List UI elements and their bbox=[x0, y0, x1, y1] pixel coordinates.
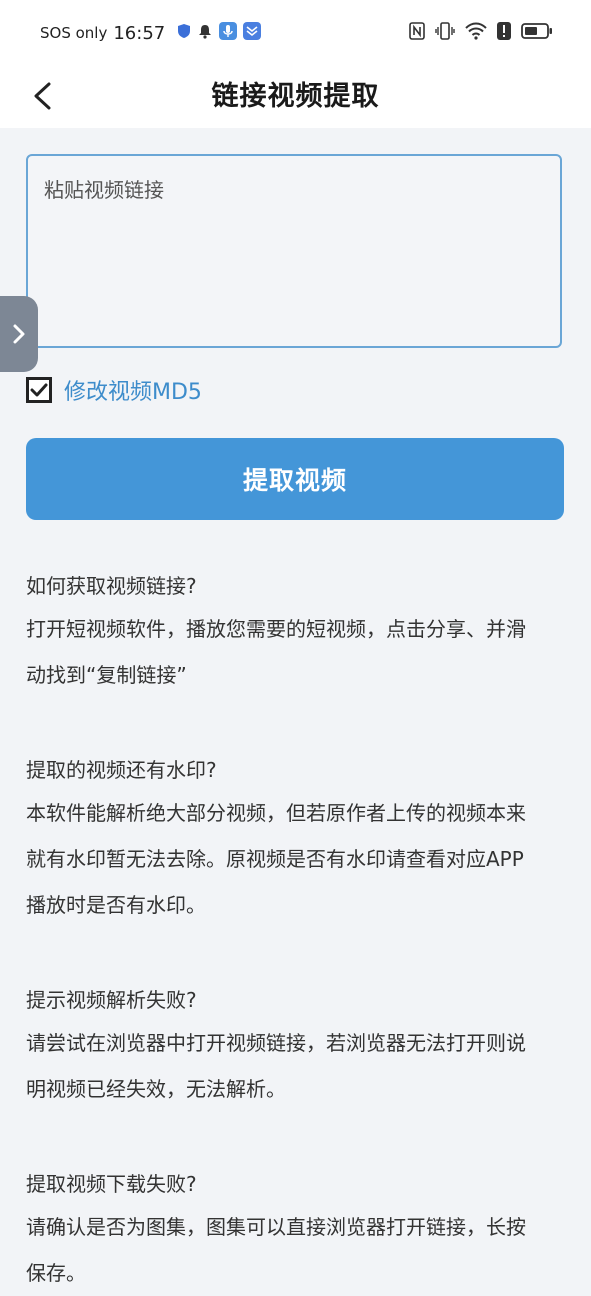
faq-answer-line: 请尝试在浏览器中打开视频链接，若浏览器无法打开则说 bbox=[26, 1031, 526, 1055]
wifi-icon bbox=[465, 22, 487, 44]
side-drawer-tab[interactable] bbox=[0, 296, 38, 372]
nfc-icon bbox=[409, 22, 425, 44]
faq-answer-line: 请确认是否为图集，图集可以直接浏览器打开链接，长按 bbox=[26, 1215, 526, 1239]
app-notification-icon bbox=[243, 22, 262, 44]
app-header: 链接视频提取 bbox=[0, 64, 591, 128]
faq-answer-line: 播放时是否有水印。 bbox=[26, 893, 206, 917]
status-bar: SOS only 16:57 bbox=[0, 0, 591, 64]
faq-answer-line: 明视频已经失效，无法解析。 bbox=[26, 1077, 286, 1101]
faq-item: 提示视频解析失败? 请尝试在浏览器中打开视频链接，若浏览器无法打开则说 明视频已… bbox=[26, 980, 591, 1112]
faq-question: 如何获取视频链接? bbox=[26, 574, 197, 598]
vibrate-icon bbox=[435, 22, 455, 44]
md5-label[interactable]: 修改视频MD5 bbox=[64, 374, 202, 406]
status-right bbox=[409, 22, 553, 44]
page-title: 链接视频提取 bbox=[211, 81, 380, 112]
video-url-input[interactable] bbox=[28, 156, 560, 346]
md5-checkbox[interactable] bbox=[26, 377, 52, 403]
video-url-input-box[interactable] bbox=[26, 154, 562, 348]
extract-video-button[interactable]: 提取视频 bbox=[26, 438, 564, 520]
battery-icon bbox=[521, 22, 553, 44]
faq-item: 如何获取视频链接? 打开短视频软件，播放您需要的短视频，点击分享、并滑 动找到“… bbox=[26, 566, 591, 698]
faq-question: 提取视频下载失败? bbox=[26, 1172, 197, 1196]
carrier-text: SOS only bbox=[40, 24, 108, 42]
faq-answer-line: 本软件能解析绝大部分视频，但若原作者上传的视频本来 bbox=[26, 801, 526, 825]
status-left: SOS only 16:57 bbox=[40, 22, 262, 44]
faq-section: 如何获取视频链接? 打开短视频软件，播放您需要的短视频，点击分享、并滑 动找到“… bbox=[26, 566, 591, 1296]
bell-icon bbox=[197, 23, 213, 43]
md5-option[interactable]: 修改视频MD5 bbox=[26, 374, 202, 406]
faq-question: 提示视频解析失败? bbox=[26, 988, 197, 1012]
chevron-right-icon bbox=[13, 324, 25, 344]
faq-answer-line: 就有水印暂无法去除。原视频是否有水印请查看对应APP bbox=[26, 847, 524, 871]
mic-app-icon bbox=[219, 22, 238, 44]
faq-answer-line: 打开短视频软件，播放您需要的短视频，点击分享、并滑 bbox=[26, 617, 526, 641]
clock: 16:57 bbox=[113, 22, 166, 44]
faq-question: 提取的视频还有水印? bbox=[26, 758, 217, 782]
faq-item: 提取的视频还有水印? 本软件能解析绝大部分视频，但若原作者上传的视频本来 就有水… bbox=[26, 750, 591, 928]
checkmark-icon bbox=[30, 383, 48, 397]
alert-icon bbox=[497, 22, 511, 44]
shield-icon bbox=[177, 23, 191, 43]
faq-item: 提取视频下载失败? 请确认是否为图集，图集可以直接浏览器打开链接，长按 保存。 bbox=[26, 1164, 591, 1296]
faq-answer-line: 动找到“复制链接” bbox=[26, 663, 187, 687]
faq-answer-line: 保存。 bbox=[26, 1261, 86, 1285]
